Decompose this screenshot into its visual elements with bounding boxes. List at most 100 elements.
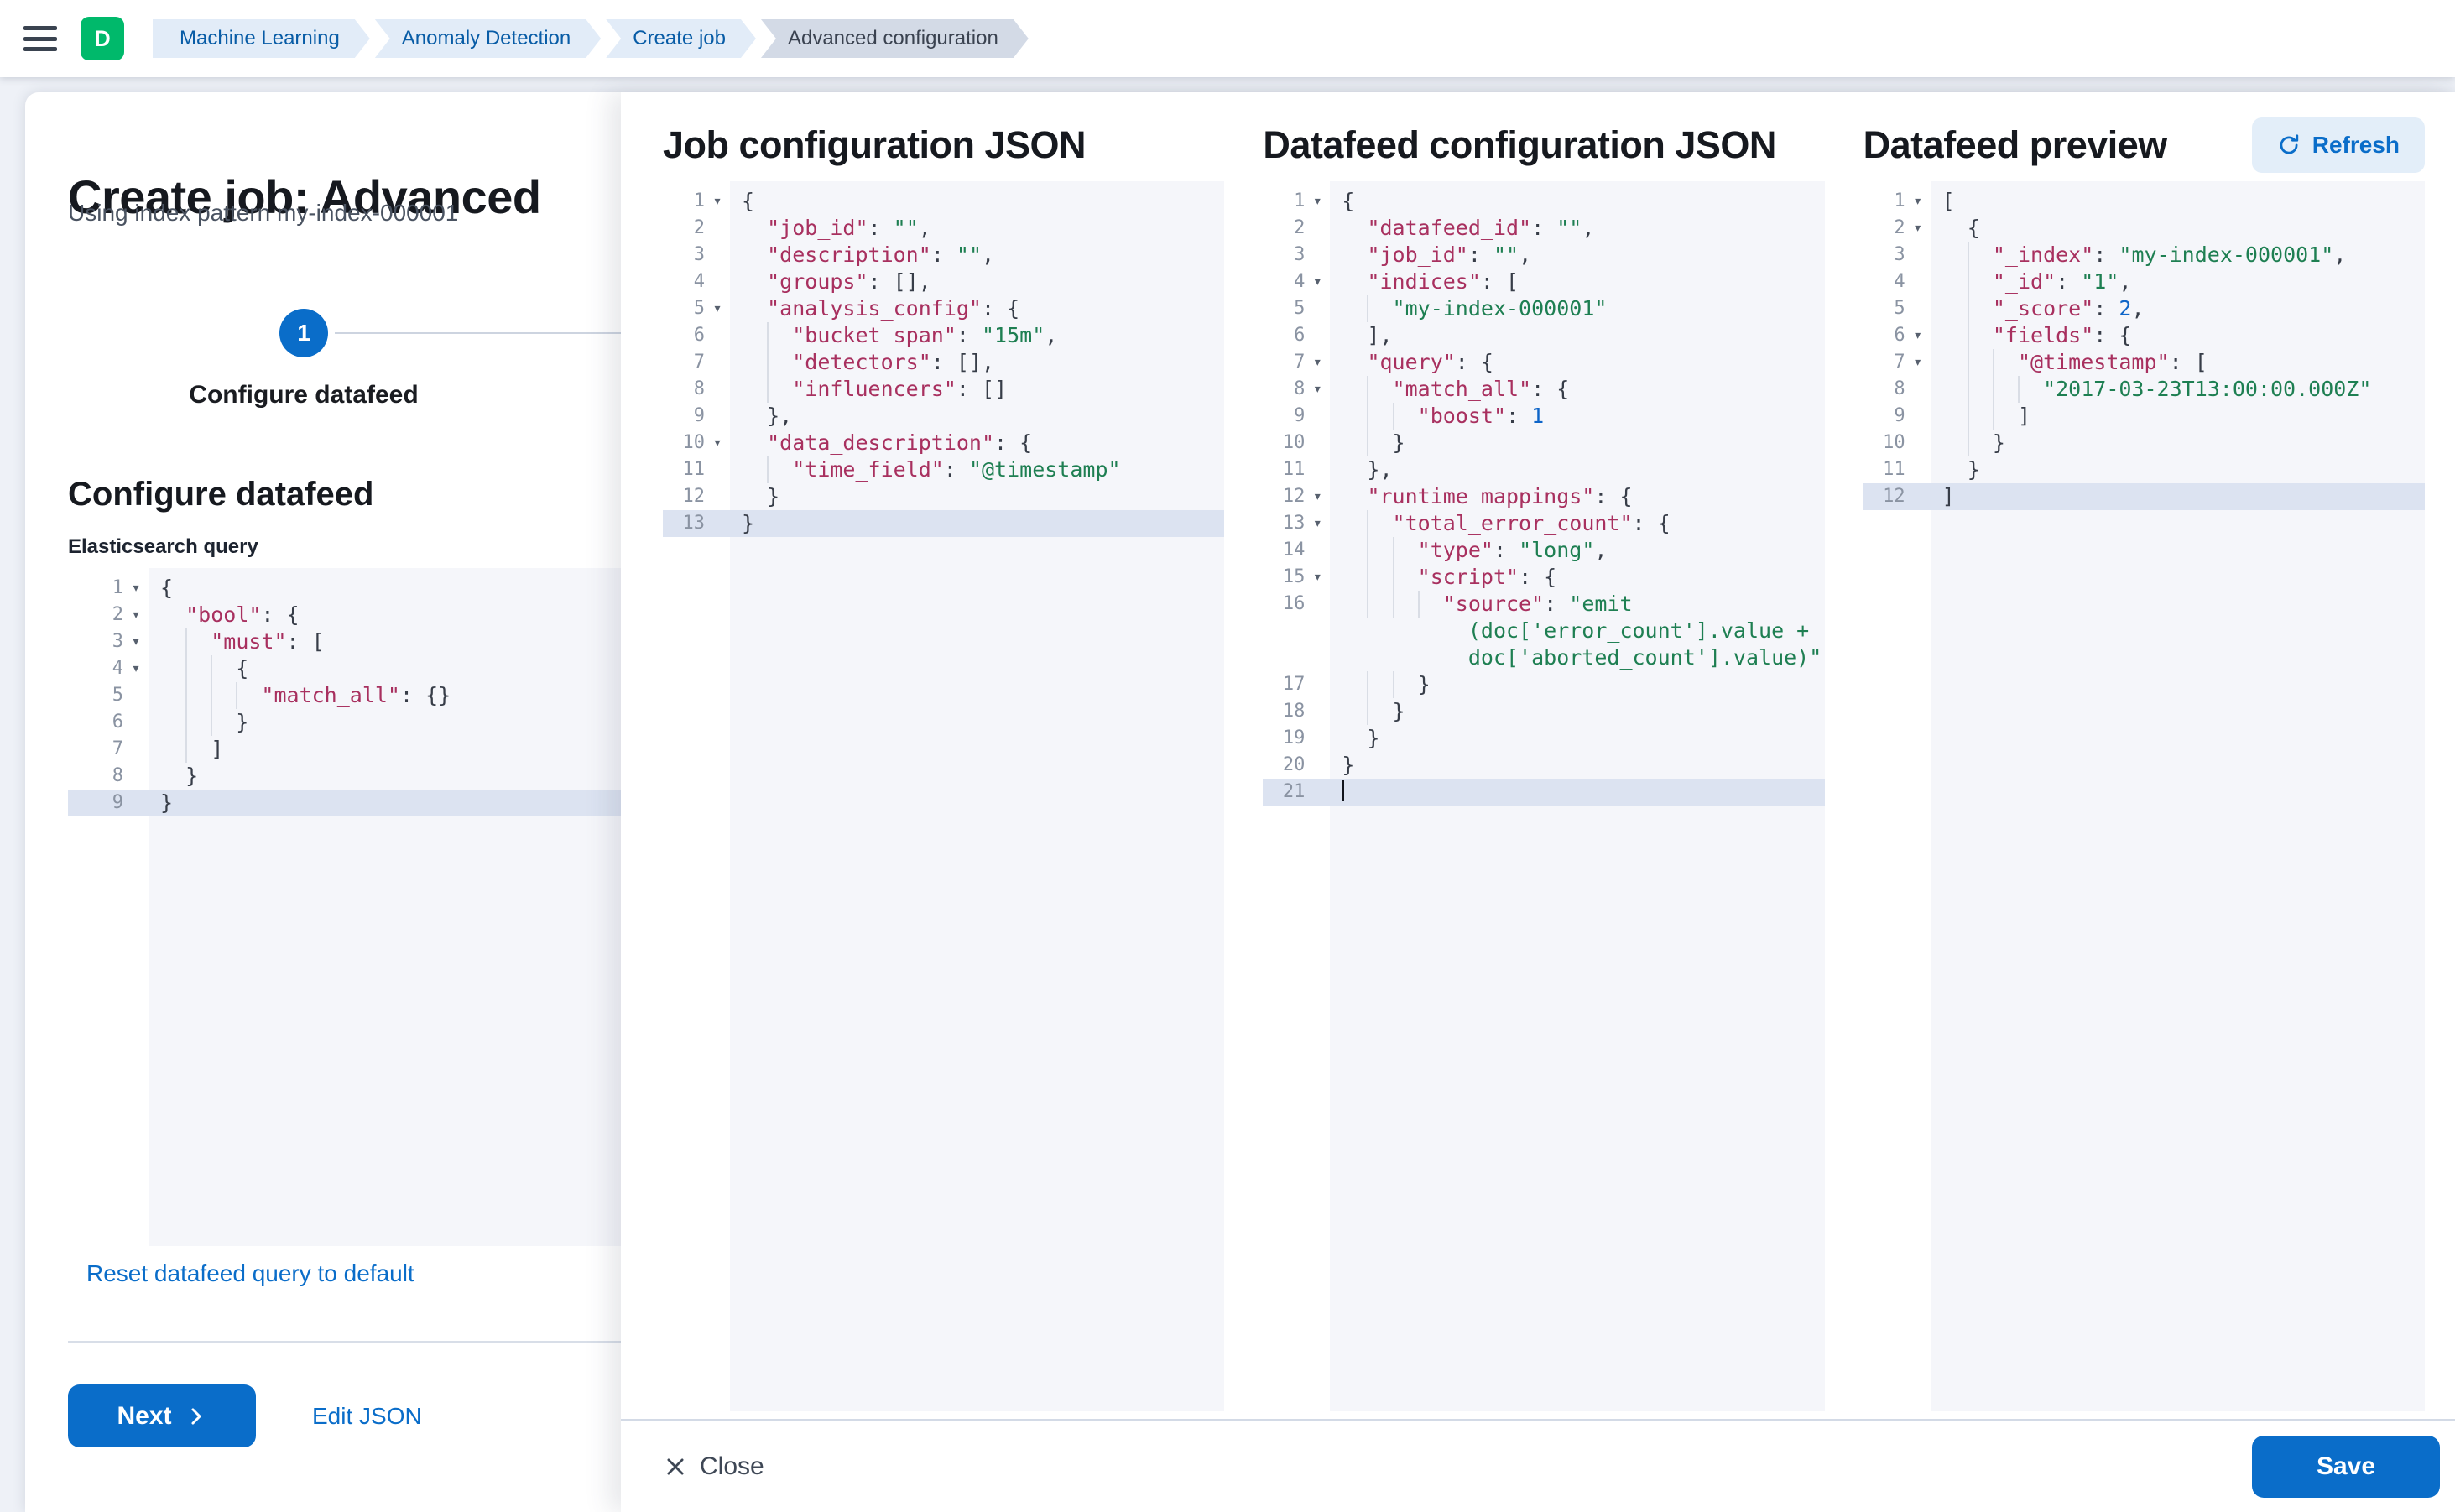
breadcrumb-create-job[interactable]: Create job [606, 19, 756, 58]
panel-datafeed-preview: Datafeed previewRefresh1▾[2▾ {3 "_index"… [1863, 114, 2425, 1411]
datafeed-config-editor[interactable]: 1▾{2 "datafeed_id": "",3 "job_id": "",4▾… [1263, 181, 1824, 1411]
code-line: 17 } [1263, 671, 1824, 698]
reset-datafeed-query-link[interactable]: Reset datafeed query to default [86, 1260, 414, 1287]
line-number-gutter: 16 [1263, 591, 1330, 618]
fold-arrow-icon[interactable]: ▾ [1305, 349, 1330, 376]
code-line: 15▾ "script": { [1263, 564, 1824, 591]
fold-arrow-icon[interactable]: ▾ [123, 575, 149, 602]
fold-arrow-icon[interactable]: ▾ [1905, 215, 1931, 242]
code-line: 6 ], [1263, 322, 1824, 349]
code-line: 13} [663, 510, 1224, 537]
next-button[interactable]: Next [68, 1384, 256, 1447]
step-connector [335, 332, 621, 334]
code-line: 12▾ "runtime_mappings": { [1263, 483, 1824, 510]
fold-arrow-icon[interactable]: ▾ [1905, 188, 1931, 215]
panel-title: Datafeed configuration JSON [1263, 123, 1776, 167]
line-number-gutter: 1▾ [1863, 188, 1931, 215]
line-number-gutter: 5 [1863, 295, 1931, 322]
panel-job-config: Job configuration JSON1▾{2 "job_id": "",… [663, 114, 1224, 1411]
code-line: 8▾ "match_all": { [1263, 376, 1824, 403]
line-number-gutter: 2 [1263, 215, 1330, 242]
fold-arrow-icon[interactable]: ▾ [1305, 188, 1330, 215]
flyout-footer: Close Save [621, 1419, 2455, 1512]
fold-arrow-icon[interactable]: ▾ [1305, 269, 1330, 295]
breadcrumbs: Machine LearningAnomaly DetectionCreate … [153, 19, 1029, 58]
line-number-gutter: 20 [1263, 752, 1330, 779]
datafeed-preview-editor[interactable]: 1▾[2▾ {3 "_index": "my-index-000001",4 "… [1863, 181, 2425, 1411]
menu-icon[interactable] [23, 26, 57, 51]
step-1-indicator[interactable]: 1 [279, 309, 328, 357]
line-number-gutter: 5 [1263, 295, 1330, 322]
code-line: 9 ] [1863, 403, 2425, 430]
code-line: 7 ] [68, 736, 621, 763]
fold-arrow-icon[interactable]: ▾ [1305, 376, 1330, 403]
code-line: 19 } [1263, 725, 1824, 752]
line-number-gutter: 9 [1263, 403, 1330, 430]
code-line: 5 "my-index-000001" [1263, 295, 1824, 322]
code-line: doc['aborted_count'].value)" [1263, 644, 1824, 671]
code-line: 20} [1263, 752, 1824, 779]
line-number-gutter: 11 [1863, 456, 1931, 483]
line-number-gutter: 21 [1263, 779, 1330, 806]
space-avatar[interactable]: D [81, 17, 124, 60]
fold-arrow-icon[interactable]: ▾ [123, 628, 149, 655]
line-number-gutter: 8 [663, 376, 730, 403]
line-number-gutter: 9 [663, 403, 730, 430]
code-line: 2 "job_id": "", [663, 215, 1224, 242]
code-line: 4▾ { [68, 655, 621, 682]
code-line: 13▾ "total_error_count": { [1263, 510, 1824, 537]
code-line: 21 [1263, 779, 1824, 806]
line-number-gutter: 13▾ [1263, 510, 1330, 537]
fold-arrow-icon[interactable]: ▾ [1305, 483, 1330, 510]
line-number-gutter: 2▾ [1863, 215, 1931, 242]
close-button[interactable]: Close [659, 1452, 769, 1482]
code-line: 6 "bucket_span": "15m", [663, 322, 1224, 349]
elasticsearch-query-editor[interactable]: 1▾{2▾ "bool": {3▾ "must": [4▾ {5 "match_… [68, 568, 621, 1246]
line-number-gutter: 1▾ [663, 188, 730, 215]
fold-arrow-icon[interactable]: ▾ [1905, 322, 1931, 349]
line-number-gutter [1263, 644, 1330, 671]
line-number-gutter: 7 [68, 736, 149, 763]
code-line: 10▾ "data_description": { [663, 430, 1224, 456]
code-line: 5 "_score": 2, [1863, 295, 2425, 322]
fold-arrow-icon[interactable]: ▾ [1305, 564, 1330, 591]
code-line: 4 "groups": [], [663, 269, 1224, 295]
code-line: 9 "boost": 1 [1263, 403, 1824, 430]
fold-arrow-icon[interactable]: ▾ [1905, 349, 1931, 376]
line-number-gutter: 4▾ [68, 655, 149, 682]
divider [68, 1341, 621, 1343]
code-line: 1▾{ [68, 575, 621, 602]
save-button[interactable]: Save [2252, 1436, 2440, 1498]
fold-arrow-icon[interactable]: ▾ [705, 295, 730, 322]
section-heading: Configure datafeed [68, 476, 373, 514]
code-line: 16 "source": "emit [1263, 591, 1824, 618]
line-number-gutter: 17 [1263, 671, 1330, 698]
code-line: 1▾[ [1863, 188, 2425, 215]
line-number-gutter: 14 [1263, 537, 1330, 564]
line-number-gutter: 1▾ [1263, 188, 1330, 215]
line-number-gutter: 8 [1863, 376, 1931, 403]
line-number-gutter: 2▾ [68, 602, 149, 628]
fold-arrow-icon[interactable]: ▾ [705, 430, 730, 456]
edit-json-link[interactable]: Edit JSON [312, 1403, 422, 1430]
line-number-gutter: 5 [68, 682, 149, 709]
breadcrumb-anomaly-detection[interactable]: Anomaly Detection [375, 19, 601, 58]
line-number-gutter: 1▾ [68, 575, 149, 602]
code-line: 14 "type": "long", [1263, 537, 1824, 564]
code-line: 6 } [68, 709, 621, 736]
fold-arrow-icon[interactable]: ▾ [123, 655, 149, 682]
step-label: Configure datafeed [178, 381, 430, 409]
breadcrumb-machine-learning[interactable]: Machine Learning [153, 19, 370, 58]
job-config-editor[interactable]: 1▾{2 "job_id": "",3 "description": "",4 … [663, 181, 1224, 1411]
line-number-gutter: 5▾ [663, 295, 730, 322]
line-number-gutter: 8 [68, 763, 149, 790]
json-flyout: Job configuration JSON1▾{2 "job_id": "",… [621, 92, 2455, 1512]
refresh-button[interactable]: Refresh [2252, 117, 2425, 173]
code-line: 2 "datafeed_id": "", [1263, 215, 1824, 242]
fold-arrow-icon[interactable]: ▾ [1305, 510, 1330, 537]
fold-arrow-icon[interactable]: ▾ [705, 188, 730, 215]
line-number-gutter: 4 [663, 269, 730, 295]
fold-arrow-icon[interactable]: ▾ [123, 602, 149, 628]
code-line: 1▾{ [1263, 188, 1824, 215]
code-line: 12 } [663, 483, 1224, 510]
